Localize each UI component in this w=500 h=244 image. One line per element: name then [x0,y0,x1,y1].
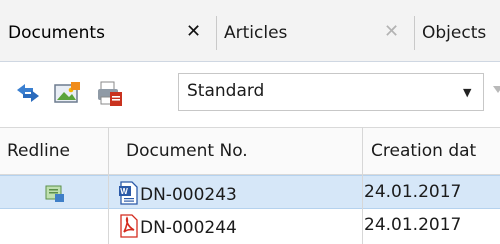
document-no-text: DN-000243 [140,185,237,205]
tab-articles-label: Articles [224,23,288,43]
chevron-down-icon[interactable]: ▼ [463,86,471,99]
tab-articles[interactable]: Articles ✕ [217,16,414,50]
tab-objects[interactable]: Objects [415,16,500,50]
tab-objects-label: Objects [422,23,487,43]
close-icon[interactable]: ✕ [384,22,399,42]
print-icon [98,81,122,106]
grid-header: Redline Document No. Creation dat [0,127,500,175]
view-select[interactable]: Standard ▼ [178,73,484,111]
word-doc-icon: W [119,181,138,205]
tab-documents[interactable]: Documents ✕ [0,16,216,50]
tab-documents-label: Documents [8,23,105,43]
toolbar: Standard ▼ [0,62,500,126]
redline-cell [44,182,66,209]
preview-button[interactable] [53,79,83,107]
svg-text:W: W [120,187,128,196]
column-header-redline[interactable]: Redline [7,141,70,161]
refresh-button[interactable] [13,79,43,107]
table-row[interactable]: DN-000244 24.01.2017 [0,209,500,243]
refresh-arrows-icon [17,84,39,102]
document-no-cell: W DN-000243 [118,181,237,205]
document-no-cell: DN-000244 [118,214,237,238]
column-divider [362,127,363,244]
column-divider [108,127,109,244]
table-row[interactable]: W DN-000243 24.01.2017 [0,175,500,209]
pdf-doc-icon [120,214,138,238]
print-button[interactable] [95,79,125,107]
creation-date-cell: 24.01.2017 [364,182,462,202]
filter-icon[interactable] [493,86,500,93]
tab-strip: Documents ✕ Articles ✕ Objects [0,0,500,62]
document-no-text: DN-000244 [140,218,237,238]
picture-icon [54,82,80,103]
column-header-document-no[interactable]: Document No. [126,141,248,161]
view-select-value: Standard [187,81,265,101]
creation-date-cell: 24.01.2017 [364,215,462,235]
close-icon[interactable]: ✕ [186,22,201,42]
column-header-creation-date[interactable]: Creation dat [371,141,476,161]
redline-doc-icon [45,185,64,202]
